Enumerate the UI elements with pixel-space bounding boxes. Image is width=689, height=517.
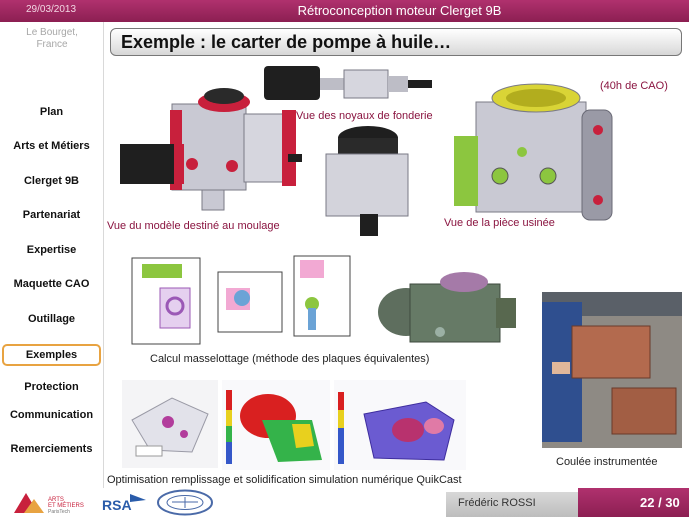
aviation-club-seal: [157, 489, 213, 516]
svg-text:ParisTech: ParisTech: [48, 509, 70, 515]
caption-instrumented-casting: Coulée instrumentée: [556, 456, 658, 468]
caption-feeding-calculation: Calcul masselottage (méthode des plaques…: [150, 353, 430, 365]
nav-item-exemples[interactable]: Exemples: [2, 344, 101, 366]
nav-item-clerget-9b[interactable]: Clerget 9B: [2, 170, 101, 192]
nav-item-expertise[interactable]: Expertise: [2, 239, 101, 261]
nav-item-plan[interactable]: Plan: [2, 101, 101, 123]
caption-foundry-cores: Vue des noyaux de fonderie: [296, 110, 433, 122]
instrumented-casting-photo: [542, 292, 682, 448]
location-label: Le Bourget, France: [26, 27, 78, 50]
svg-text:ET MÉTIERS: ET MÉTIERS: [48, 502, 84, 509]
machined-part-image: [454, 83, 613, 221]
nav-item-protection[interactable]: Protection: [2, 376, 101, 398]
caption-machined-part: Vue de la pièce usinée: [444, 217, 555, 229]
slide-heading: Exemple : le carter de pompe à huile…: [110, 28, 682, 56]
sidebar-nav: Le Bourget, France Plan Arts et Métiers …: [0, 22, 104, 492]
feeding-calculation-drawings: [131, 255, 351, 345]
core-block-image: [325, 126, 409, 236]
page-number: 22 / 30: [640, 495, 680, 510]
simulation-view-3: [334, 380, 466, 470]
nav-item-arts-et-metiers[interactable]: Arts et Métiers: [2, 135, 101, 157]
nav-item-maquette-cao[interactable]: Maquette CAO: [2, 273, 101, 295]
caption-simulation: Optimisation remplissage et solidificati…: [107, 474, 462, 486]
top-bar: 29/03/2013 Rétroconception moteur Clerge…: [0, 0, 689, 22]
nav-item-outillage[interactable]: Outillage: [2, 308, 101, 330]
nav-item-remerciements[interactable]: Remerciements: [2, 438, 101, 460]
nav-item-partenariat[interactable]: Partenariat: [2, 204, 101, 226]
caption-cao-time: (40h de CAO): [600, 80, 668, 92]
rsa-logo: RSA: [102, 494, 146, 513]
mesh-model-image: [378, 272, 516, 343]
foundry-cores-image: [264, 66, 432, 100]
nav-item-communication[interactable]: Communication: [2, 404, 101, 426]
author-name: Frédéric ROSSI: [458, 497, 536, 509]
svg-text:RSA: RSA: [102, 497, 132, 513]
caption-casting-model: Vue du modèle destiné au moulage: [107, 220, 280, 232]
simulation-view-2: [222, 380, 330, 470]
footer: ARTS ET MÉTIERS ParisTech RSA Frédéric R…: [0, 488, 689, 517]
presentation-title: Rétroconception moteur Clerget 9B: [297, 3, 502, 18]
simulation-view-1: [122, 380, 218, 468]
